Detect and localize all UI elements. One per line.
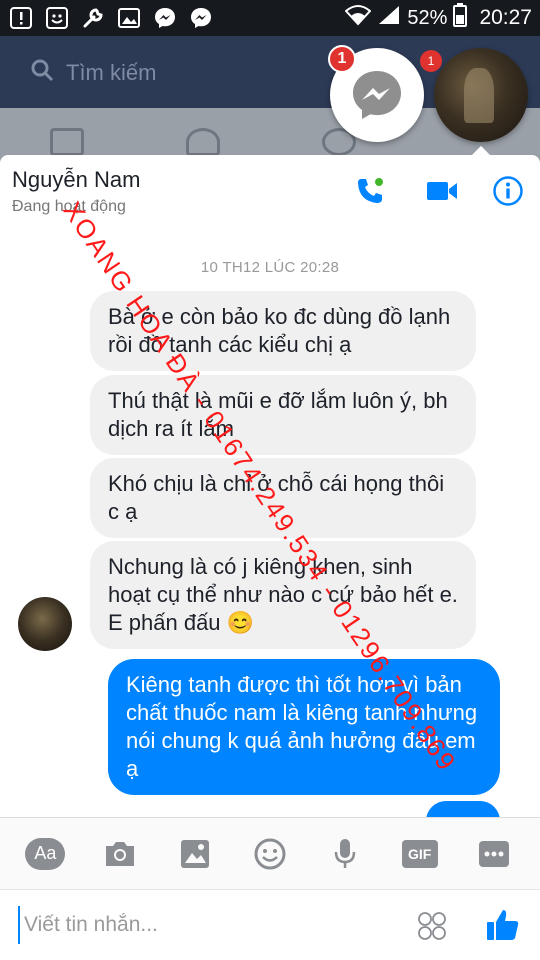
message-bubble-incoming[interactable]: Nchung là có j kiêng khen, sinh hoạt cụ … <box>90 541 476 649</box>
gif-icon: GIF <box>401 839 438 868</box>
alert-icon <box>8 6 34 30</box>
info-button[interactable] <box>490 173 526 209</box>
text-style-icon: Aa <box>25 837 66 870</box>
sticker-button[interactable] <box>250 834 290 874</box>
smiley-sticker-icon <box>254 838 286 869</box>
battery-percent: 52% <box>407 6 448 29</box>
contact-chat-head[interactable] <box>434 48 528 142</box>
signal-icon <box>377 4 401 32</box>
wrench-icon <box>80 6 106 30</box>
friends-icon <box>186 128 220 156</box>
messenger-notification-icon-2 <box>188 6 214 30</box>
voice-message-button[interactable] <box>325 834 365 874</box>
video-camera-icon <box>427 182 457 200</box>
message-bubble-incoming[interactable]: Bà ở e còn bảo ko đc dùng đồ lạnh rồi đồ… <box>90 291 476 371</box>
message-timestamp: 10 TH12 LÚC 20:28 <box>200 259 340 276</box>
like-button[interactable] <box>482 904 524 946</box>
microphone-icon <box>334 838 356 868</box>
message-bubble-incoming[interactable]: Thú thật là mũi e đỡ lắm luôn ý, bh dịch… <box>90 375 476 455</box>
message-bubble-outgoing-partial[interactable] <box>426 801 500 817</box>
message-list[interactable]: 10 TH12 LÚC 20:28 Bà ở e còn bảo ko đc d… <box>0 227 540 817</box>
unread-badge-secondary: 1 <box>420 50 442 72</box>
message-composer <box>0 889 540 960</box>
camera-button[interactable] <box>100 834 140 874</box>
sender-avatar[interactable] <box>18 597 72 651</box>
battery-icon <box>453 3 468 33</box>
clock: 20:27 <box>479 6 532 29</box>
status-bar: 52% 20:27 <box>0 0 540 36</box>
news-feed-icon <box>50 128 84 156</box>
messenger-notification-icon <box>152 6 178 30</box>
phone-icon <box>358 178 383 203</box>
contact-status: Đang hoạt động <box>12 198 126 215</box>
voice-call-button[interactable] <box>352 173 388 209</box>
video-call-button[interactable] <box>424 173 460 209</box>
unread-badge: 1 <box>328 45 356 73</box>
contact-name[interactable]: Nguyễn Nam <box>12 167 140 193</box>
composer-toolbar: Aa GIF <box>0 817 540 889</box>
gif-button[interactable]: GIF <box>400 834 440 874</box>
smiley-icon <box>44 6 70 30</box>
image-icon <box>116 6 142 30</box>
message-bubble-outgoing[interactable]: Kiêng tanh được thì tốt hơn vì bản chất … <box>108 659 500 795</box>
search-placeholder: Tìm kiếm <box>66 60 157 85</box>
text-style-button[interactable]: Aa <box>25 834 66 874</box>
more-options-button[interactable] <box>474 834 514 874</box>
message-bubble-incoming[interactable]: Khó chịu là chỉ ở chỗ cái họng thôi c ạ <box>90 458 476 538</box>
chat-header: Nguyễn Nam Đang hoạt động <box>0 155 540 227</box>
messenger-icon <box>353 71 401 119</box>
search-icon <box>30 58 54 88</box>
camera-icon <box>106 841 135 866</box>
emoji-button[interactable] <box>414 908 450 944</box>
gallery-icon <box>181 839 210 868</box>
thumbs-up-icon <box>487 910 519 940</box>
more-icon <box>479 840 510 867</box>
wifi-icon <box>344 4 372 32</box>
message-input[interactable] <box>18 906 408 944</box>
gallery-button[interactable] <box>175 834 215 874</box>
info-icon <box>493 176 523 206</box>
emoji-grid-icon <box>418 912 446 940</box>
